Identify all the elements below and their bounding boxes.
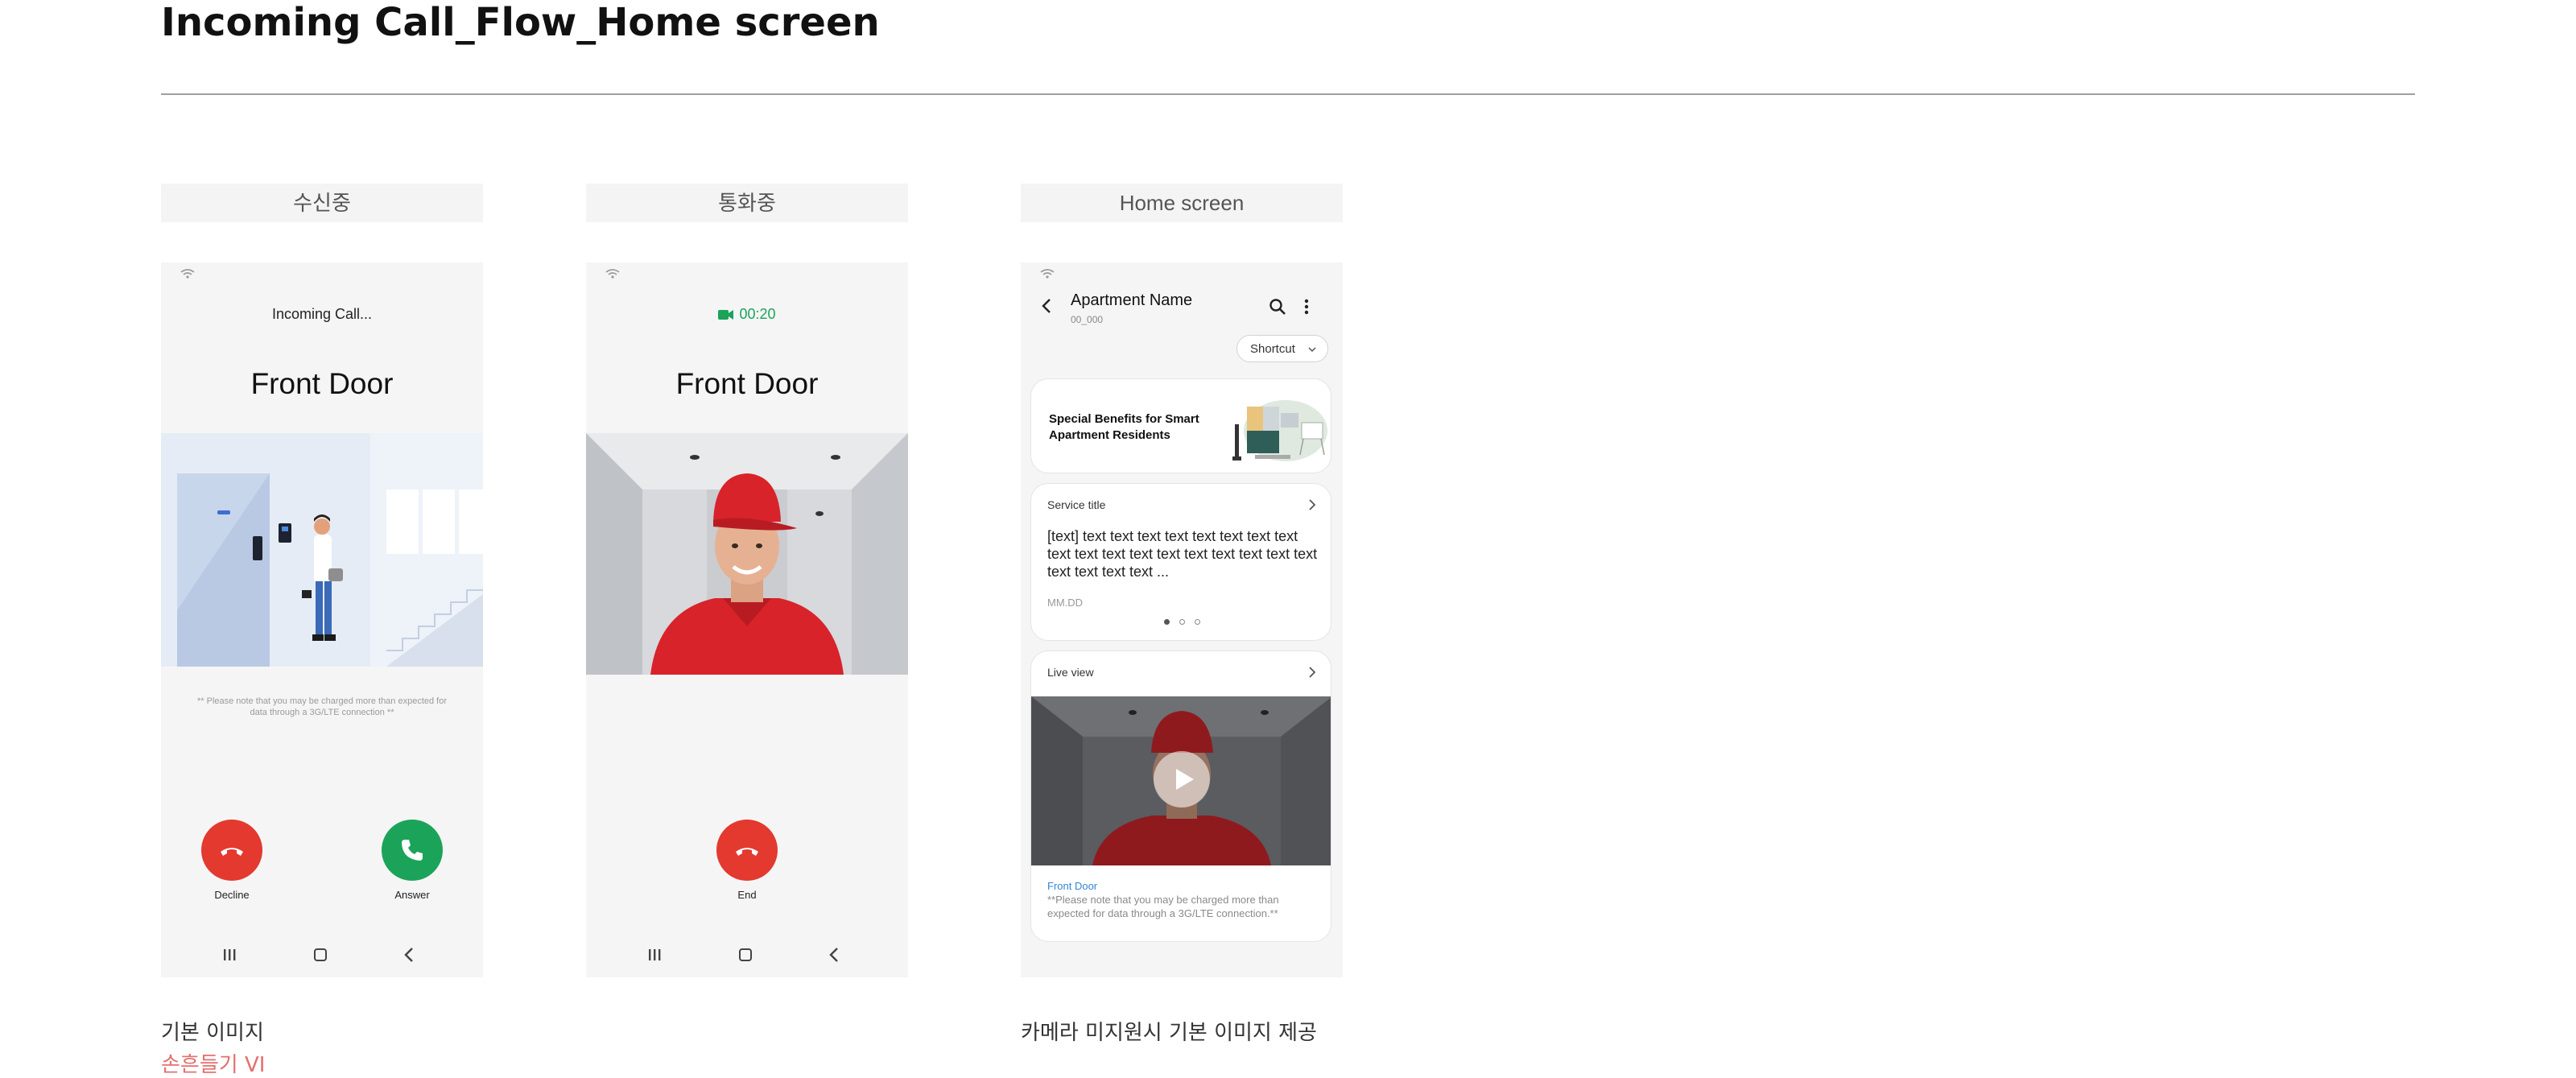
end-call-button[interactable]	[716, 820, 778, 881]
back-icon[interactable]	[404, 948, 414, 962]
service-title: Service title	[1047, 498, 1106, 511]
hang-up-icon	[736, 848, 758, 856]
benefit-text: Special Benefits for Smart Apartment Res…	[1049, 412, 1199, 442]
live-view-note: **Please note that you may be charged mo…	[1047, 894, 1279, 919]
call-timer-text: 00:20	[739, 306, 776, 322]
incoming-call-status: Incoming Call...	[271, 306, 373, 322]
front-door-video	[586, 433, 908, 675]
caption-hand-wave: 손흔들기 VI	[161, 1053, 266, 1077]
navigation-bar	[161, 932, 483, 977]
back-icon[interactable]	[829, 948, 839, 962]
chevron-down-icon	[1308, 347, 1316, 352]
navigation-bar	[586, 932, 908, 977]
wifi-icon	[1040, 269, 1055, 279]
page-dot[interactable]	[1163, 619, 1170, 625]
column-label-home-screen: Home screen	[1021, 184, 1343, 222]
page-title: Incoming Call_Flow_Home screen	[161, 0, 880, 45]
data-charge-note: ** Please note that you may be charged m…	[196, 696, 448, 717]
column-label-incoming: 수신중	[161, 184, 483, 222]
answer-button[interactable]	[382, 820, 443, 881]
play-icon	[1176, 769, 1194, 790]
service-body: [text] text text text text text text tex…	[1047, 528, 1318, 580]
decline-button[interactable]	[201, 820, 262, 881]
front-door-illustration	[161, 433, 483, 667]
hang-up-icon	[221, 848, 243, 856]
recent-apps-icon[interactable]	[647, 948, 662, 961]
page-dot[interactable]	[1179, 619, 1185, 625]
caller-name: Front Door	[675, 367, 819, 400]
page-indicator[interactable]	[1031, 619, 1331, 625]
wifi-icon	[180, 269, 195, 279]
chevron-right-icon	[1309, 499, 1316, 510]
shortcut-label: Shortcut	[1250, 342, 1295, 356]
call-timer: 00:20	[586, 306, 908, 323]
search-icon[interactable]	[1269, 298, 1286, 316]
apartment-name: Apartment Name	[1071, 291, 1193, 309]
column-label-in-call: 통화중	[586, 184, 908, 222]
in-call-screen: 00:20 Front Door End	[586, 262, 908, 977]
live-view-title: Live view	[1047, 666, 1094, 679]
wifi-icon	[605, 269, 620, 279]
benefits-card[interactable]: Special Benefits for Smart Apartment Res…	[1030, 378, 1331, 473]
caption-default-image: 기본 이미지	[161, 1021, 264, 1045]
home-screen: Apartment Name 00_000 Shortcut Special B…	[1021, 262, 1343, 977]
home-icon[interactable]	[739, 948, 752, 961]
answer-label: Answer	[394, 889, 430, 901]
shortcut-button[interactable]: Shortcut	[1236, 335, 1328, 362]
decline-label: Decline	[214, 889, 250, 901]
home-icon[interactable]	[314, 948, 327, 961]
smart-appliances-illustration	[1232, 400, 1327, 461]
play-button[interactable]	[1154, 751, 1210, 807]
page-dot[interactable]	[1194, 619, 1200, 625]
more-options-icon[interactable]	[1304, 298, 1309, 316]
apartment-number: 00_000	[1071, 314, 1104, 325]
chevron-right-icon	[1309, 667, 1316, 678]
live-view-camera-name: Front Door	[1047, 880, 1098, 892]
video-camera-icon	[718, 309, 734, 320]
incoming-call-screen: Incoming Call... Front Door ** Please no…	[161, 262, 483, 977]
caption-no-camera: 카메라 미지원시 기본 이미지 제공	[1021, 1021, 1317, 1045]
back-arrow-icon[interactable]	[1042, 298, 1051, 314]
end-label: End	[737, 889, 757, 901]
phone-icon	[402, 840, 423, 861]
live-view-thumbnail[interactable]	[1031, 696, 1331, 865]
recent-apps-icon[interactable]	[222, 948, 237, 961]
title-divider	[161, 93, 2415, 95]
service-card[interactable]: Service title [text] text text text text…	[1030, 483, 1331, 641]
live-view-card[interactable]: Live view Front Door **Please note that …	[1030, 651, 1331, 942]
caller-name: Front Door	[250, 367, 394, 400]
service-date: MM.DD	[1047, 597, 1084, 609]
